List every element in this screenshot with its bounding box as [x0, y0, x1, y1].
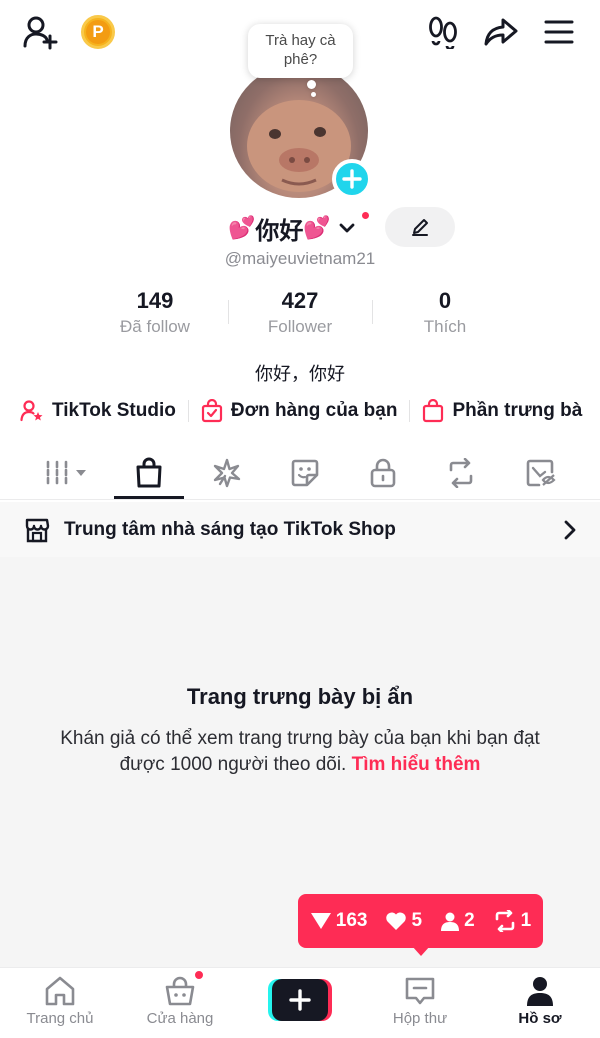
chevron-right-icon	[563, 520, 577, 540]
home-icon	[45, 976, 75, 1006]
nav-label: Hồ sơ	[518, 1010, 562, 1027]
note-tail-dot-small	[311, 92, 316, 97]
stat-label: Thích	[423, 317, 467, 336]
edit-profile-button[interactable]	[385, 207, 455, 247]
menu-icon[interactable]	[539, 12, 579, 52]
plus-icon	[289, 989, 311, 1011]
stat-followers[interactable]: 427 Follower	[225, 288, 375, 337]
stat-following[interactable]: 149 Đã follow	[80, 288, 230, 337]
create-button-face	[272, 979, 328, 1021]
stat-value: 149	[136, 288, 174, 313]
note-text: Trà hay cà phê?	[265, 32, 336, 68]
quick-link-label: Phần trưng bà	[452, 400, 583, 421]
order-bag-icon	[201, 399, 222, 423]
share-icon[interactable]	[481, 12, 521, 52]
person-icon	[441, 912, 460, 931]
username: @maiyeuvietnam21	[224, 249, 376, 268]
store-icon	[24, 517, 50, 543]
lock-icon	[370, 458, 396, 488]
tab-stickers[interactable]	[270, 450, 340, 496]
tab-private[interactable]	[348, 450, 418, 496]
showcase-bag-icon	[423, 399, 444, 423]
nav-label: Trang chủ	[26, 1010, 94, 1027]
chevron-down-icon[interactable]	[339, 222, 355, 234]
nav-profile[interactable]: Hồ sơ	[485, 976, 595, 1027]
divider	[409, 400, 411, 422]
quick-link-label: Đơn hàng của bạn	[230, 400, 398, 421]
nav-label: Hộp thư	[392, 1010, 448, 1027]
followers-value: 2	[464, 910, 475, 931]
reposts-count: 1	[493, 910, 532, 932]
inbox-icon	[405, 977, 435, 1005]
orders-link[interactable]: Đơn hàng của bạn	[201, 399, 398, 423]
sparkle-icon	[213, 458, 241, 488]
note-tail-dot	[307, 80, 316, 89]
stat-label: Đã follow	[120, 317, 190, 336]
display-name: 你好	[255, 217, 304, 245]
quick-link-label: TikTok Studio	[52, 400, 176, 421]
likes-value: 5	[411, 910, 423, 931]
profile-icon	[527, 977, 553, 1006]
learn-more-link[interactable]: Tìm hiểu thêm	[352, 754, 481, 775]
liked-hidden-icon	[526, 459, 556, 487]
repost-icon	[495, 910, 514, 932]
nav-home[interactable]: Trang chủ	[5, 976, 115, 1027]
tab-shop[interactable]	[114, 450, 184, 496]
views-count: 163	[310, 910, 368, 932]
stat-value: 0	[438, 288, 452, 313]
divider	[187, 400, 189, 422]
play-arrow-icon	[310, 913, 331, 929]
empty-state-title: Trang trưng bày bị ẩn	[186, 684, 414, 709]
tiktok-studio-link[interactable]: TikTok Studio	[20, 399, 176, 423]
nav-inbox[interactable]: Hộp thư	[365, 976, 475, 1027]
tab-effects[interactable]	[192, 450, 262, 496]
views-value: 163	[335, 910, 368, 931]
pencil-icon	[412, 219, 428, 236]
heart-icon	[386, 912, 407, 930]
heart-emoji-right: 💕	[303, 215, 331, 240]
quick-links: TikTok Studio Đơn hàng của bạn Phần trưn…	[20, 396, 582, 426]
tab-videos[interactable]	[32, 450, 102, 496]
likes-count: 5	[385, 910, 422, 932]
heart-emoji-left: 💕	[228, 215, 256, 240]
notification-dot	[360, 210, 371, 221]
coin-icon[interactable]: P	[81, 15, 115, 49]
active-tab-indicator	[114, 496, 184, 499]
shop-basket-icon	[165, 976, 195, 1006]
banner-label: Trung tâm nhà sáng tạo TikTok Shop	[64, 518, 396, 540]
reposts-value: 1	[520, 910, 532, 931]
stat-likes[interactable]: 0 Thích	[370, 288, 520, 337]
profile-tabs	[0, 450, 600, 500]
followers-count: 2	[440, 910, 475, 932]
person-star-icon	[20, 400, 43, 422]
activity-summary-popup[interactable]: 163 5 2 1	[298, 894, 543, 948]
showcase-link[interactable]: Phần trưng bà	[422, 399, 582, 423]
nav-label: Cửa hàng	[146, 1010, 214, 1027]
popup-pointer	[412, 946, 430, 956]
display-name-row[interactable]: 💕 你好 💕	[228, 208, 355, 248]
shopping-bag-icon	[136, 457, 162, 488]
footprints-icon[interactable]	[423, 12, 463, 52]
repost-icon	[449, 458, 473, 488]
stat-value: 427	[281, 288, 319, 313]
plus-icon	[342, 169, 362, 189]
nav-shop[interactable]: Cửa hàng	[125, 976, 235, 1027]
note-bubble[interactable]: Trà hay cà phê?	[248, 24, 353, 78]
create-button[interactable]	[268, 979, 332, 1021]
sticker-icon	[291, 459, 319, 487]
tab-liked[interactable]	[506, 450, 576, 496]
shop-notification-dot	[193, 969, 205, 981]
stat-label: Follower	[267, 317, 333, 336]
add-story-button[interactable]	[332, 159, 372, 199]
bio: 你好，你好	[255, 364, 345, 384]
creator-shop-banner[interactable]: Trung tâm nhà sáng tạo TikTok Shop	[0, 502, 600, 557]
tab-reposts[interactable]	[426, 450, 496, 496]
add-friend-icon[interactable]	[20, 12, 60, 52]
empty-state-body: Khán giả có thể xem trang trưng bày của …	[60, 726, 540, 778]
grid-icon	[46, 460, 86, 486]
